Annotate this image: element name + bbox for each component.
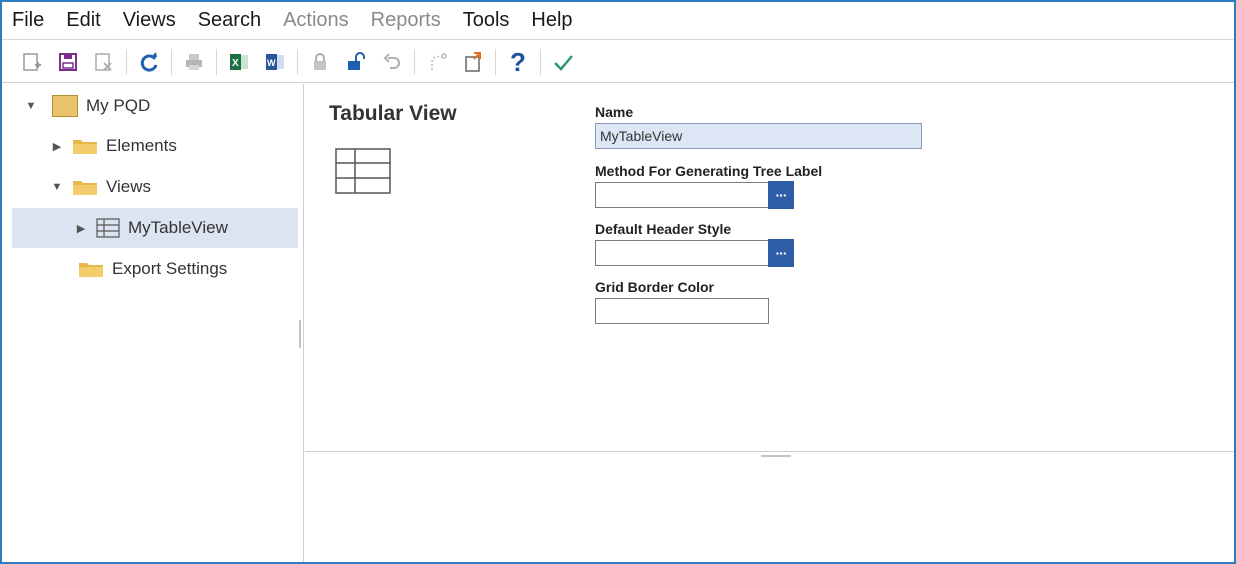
- detail-panel: Tabular View Name Method For Generating …: [305, 84, 1234, 452]
- tree-node-mytableview[interactable]: ▶ MyTableView: [12, 208, 298, 248]
- menu-edit[interactable]: Edit: [66, 9, 100, 32]
- header-style-browse-button[interactable]: ···: [768, 239, 794, 267]
- redo-icon[interactable]: [419, 46, 455, 78]
- header-style-field[interactable]: [595, 240, 769, 266]
- menu-bar: File Edit Views Search Actions Reports T…: [2, 2, 1234, 40]
- undo-icon[interactable]: [374, 46, 410, 78]
- chevron-right-icon[interactable]: ▶: [50, 140, 64, 153]
- chevron-down-icon[interactable]: ▼: [24, 100, 38, 112]
- delete-icon[interactable]: [86, 46, 122, 78]
- tree-label-elements: Elements: [106, 136, 177, 155]
- horizontal-splitter[interactable]: [761, 455, 791, 457]
- method-browse-button[interactable]: ···: [768, 181, 794, 209]
- lock-icon[interactable]: [302, 46, 338, 78]
- toolbar-separator: [414, 48, 415, 75]
- folder-icon: [78, 260, 104, 278]
- check-icon[interactable]: [545, 46, 581, 78]
- menu-help[interactable]: Help: [531, 9, 572, 32]
- toolbar-separator: [171, 48, 172, 75]
- tree-node-root[interactable]: ▼ My PQD: [24, 86, 294, 126]
- tree-node-elements[interactable]: ▶ Elements: [50, 126, 290, 166]
- svg-text:?: ?: [510, 49, 526, 75]
- menu-actions[interactable]: Actions: [283, 9, 349, 32]
- name-label: Name: [595, 104, 634, 120]
- print-icon[interactable]: [176, 46, 212, 78]
- page-title: Tabular View: [329, 102, 457, 125]
- tree-label-export-settings: Export Settings: [112, 259, 228, 278]
- toolbar-separator: [297, 48, 298, 75]
- border-color-label: Grid Border Color: [595, 279, 715, 295]
- tree-label-root: My PQD: [86, 96, 151, 115]
- table-view-icon: [335, 148, 391, 199]
- app-window: File Edit Views Search Actions Reports T…: [0, 0, 1236, 564]
- chevron-right-icon[interactable]: ▶: [74, 222, 88, 235]
- new-icon[interactable]: [14, 46, 50, 78]
- excel-icon[interactable]: X: [221, 46, 257, 78]
- table-icon: [96, 218, 120, 238]
- tree-label-mytableview: MyTableView: [128, 218, 228, 237]
- navigation-tree: ▼ My PQD ▶ Elements ▼ Views ▶ MyTableVie…: [2, 84, 304, 562]
- svg-text:W: W: [267, 58, 276, 68]
- tree-node-views[interactable]: ▼ Views: [50, 167, 290, 207]
- save-icon[interactable]: [50, 46, 86, 78]
- vertical-splitter[interactable]: [299, 320, 301, 348]
- project-icon: [52, 95, 78, 117]
- toolbar-separator: [216, 48, 217, 75]
- border-color-field[interactable]: [595, 298, 769, 324]
- chevron-down-icon[interactable]: ▼: [50, 181, 64, 193]
- unlock-icon[interactable]: [338, 46, 374, 78]
- refresh-icon[interactable]: [131, 46, 167, 78]
- word-icon[interactable]: W: [257, 46, 293, 78]
- export-icon[interactable]: [455, 46, 491, 78]
- toolbar-separator: [126, 48, 127, 75]
- toolbar-separator: [540, 48, 541, 75]
- help-icon[interactable]: ?: [500, 46, 536, 78]
- header-style-label: Default Header Style: [595, 221, 732, 237]
- tree-label-views: Views: [106, 177, 152, 196]
- menu-views[interactable]: Views: [123, 9, 176, 32]
- toolbar-separator: [495, 48, 496, 75]
- toolbar: X W ?: [2, 41, 1234, 83]
- folder-icon: [72, 137, 98, 155]
- menu-tools[interactable]: Tools: [463, 9, 510, 32]
- method-field[interactable]: [595, 182, 769, 208]
- folder-icon: [72, 178, 98, 196]
- lower-panel: [305, 453, 1234, 562]
- svg-text:X: X: [232, 58, 239, 69]
- menu-reports[interactable]: Reports: [371, 9, 441, 32]
- menu-file[interactable]: File: [12, 9, 44, 32]
- menu-search[interactable]: Search: [198, 9, 261, 32]
- name-field[interactable]: [595, 123, 922, 149]
- tree-node-export-settings[interactable]: Export Settings: [74, 249, 294, 289]
- method-label: Method For Generating Tree Label: [595, 163, 823, 179]
